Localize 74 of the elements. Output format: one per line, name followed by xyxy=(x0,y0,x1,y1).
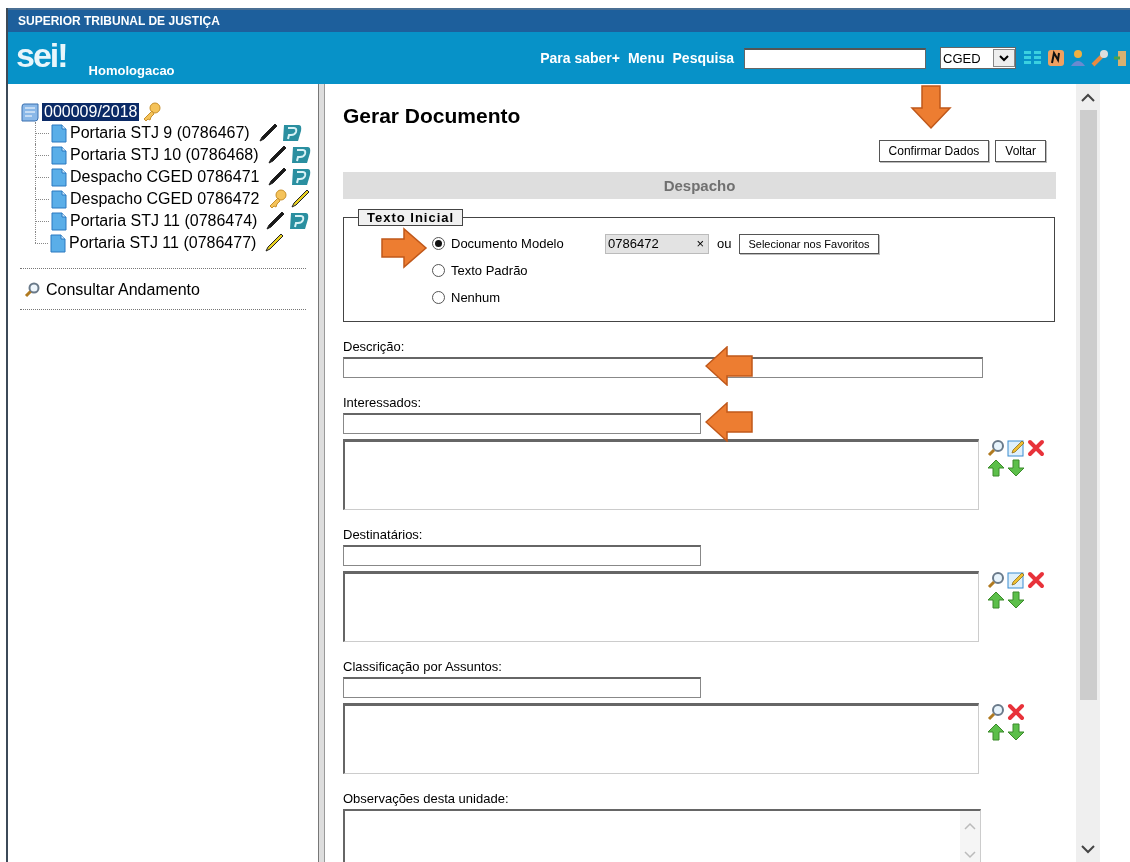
scroll-up-icon[interactable] xyxy=(1081,92,1095,102)
selection-list[interactable] xyxy=(343,439,979,510)
document-link[interactable]: Portaria STJ 11 (0786474) xyxy=(70,212,258,230)
field-label: Classificação por Assuntos: xyxy=(343,659,503,674)
radio-button[interactable] xyxy=(432,237,445,250)
signature-icon xyxy=(290,167,313,187)
notes-icon[interactable] xyxy=(1047,49,1065,67)
text-input[interactable] xyxy=(343,357,983,378)
remove-icon[interactable] xyxy=(1027,439,1045,457)
action-button[interactable]: Confirmar Dados xyxy=(878,140,990,162)
search-field[interactable] xyxy=(744,47,926,69)
sidebar-link[interactable]: Consultar Andamento xyxy=(46,281,200,299)
search-icon xyxy=(24,282,40,298)
document-link[interactable]: Portaria STJ 9 (0786467) xyxy=(70,124,250,142)
process-number[interactable]: 000009/2018 xyxy=(42,103,140,121)
header-link[interactable]: Para saber+ xyxy=(540,50,620,66)
signature-icon xyxy=(289,145,312,165)
field-label: Destinatários: xyxy=(343,527,424,542)
organization-title: SUPERIOR TRIBUNAL DE JUSTIÇA xyxy=(18,14,220,28)
document-icon xyxy=(51,189,67,209)
scroll-down-icon[interactable] xyxy=(1081,844,1095,854)
move-down-icon[interactable] xyxy=(1007,723,1025,741)
selection-list[interactable] xyxy=(343,571,979,642)
wrench-icon[interactable] xyxy=(1091,49,1109,67)
document-icon xyxy=(51,123,67,143)
move-up-icon[interactable] xyxy=(987,459,1005,477)
group-legend: Texto Inicial xyxy=(358,209,464,226)
move-down-icon[interactable] xyxy=(1007,591,1025,609)
option-label: Documento Modelo xyxy=(451,236,565,251)
process-icon xyxy=(20,102,40,122)
environment-label: Homologacao xyxy=(88,63,175,78)
selection-list[interactable] xyxy=(343,703,979,774)
remove-icon[interactable] xyxy=(1007,703,1025,721)
model-input[interactable]: 0786472 × xyxy=(605,233,709,254)
document-icon xyxy=(51,211,67,231)
text-input[interactable] xyxy=(343,545,701,566)
text-input[interactable] xyxy=(343,413,701,434)
document-icon xyxy=(51,145,67,165)
header-link[interactable]: Menu xyxy=(627,50,665,66)
search-icon[interactable] xyxy=(987,571,1005,589)
document-link[interactable]: Portaria STJ 11 (0786477) xyxy=(69,234,257,252)
move-up-icon[interactable] xyxy=(987,723,1005,741)
edit-icon[interactable] xyxy=(1007,439,1025,457)
field-label: Interessados: xyxy=(343,395,423,410)
edit-icon[interactable] xyxy=(1007,571,1025,589)
page-title: Gerar Documento xyxy=(343,104,521,128)
move-up-icon[interactable] xyxy=(987,591,1005,609)
field-label: Observações desta unidade: xyxy=(343,791,510,806)
document-icon xyxy=(50,233,66,253)
header-link[interactable]: Pesquisa xyxy=(672,50,734,66)
action-button[interactable]: Voltar xyxy=(995,140,1046,162)
favorites-button[interactable]: Selecionar nos Favoritos xyxy=(739,233,879,254)
document-link[interactable]: Despacho CGED 0786471 xyxy=(70,168,260,186)
section-header: Despacho xyxy=(343,172,1056,199)
signature-icon xyxy=(280,123,303,143)
document-link[interactable]: Despacho CGED 0786472 xyxy=(70,190,260,208)
document-icon xyxy=(51,167,67,187)
text-input[interactable] xyxy=(343,677,701,698)
unit-select[interactable]: CGED xyxy=(940,47,1016,69)
radio-button[interactable] xyxy=(432,264,445,277)
move-down-icon[interactable] xyxy=(1007,459,1025,477)
document-link[interactable]: Portaria STJ 10 (0786468) xyxy=(70,146,259,164)
radio-button[interactable] xyxy=(432,291,445,304)
search-icon[interactable] xyxy=(987,439,1005,457)
dropdown-icon[interactable] xyxy=(999,54,1009,62)
option-label: Nenhum xyxy=(451,290,502,305)
scrollbar[interactable] xyxy=(1076,84,1100,862)
remove-icon[interactable] xyxy=(1027,571,1045,589)
signature-icon xyxy=(288,211,311,231)
option-label: Texto Padrão xyxy=(451,263,529,278)
clear-icon[interactable]: × xyxy=(696,236,704,251)
field-label: Descrição: xyxy=(343,339,406,354)
search-icon[interactable] xyxy=(987,703,1005,721)
or-label: ou xyxy=(717,236,732,251)
